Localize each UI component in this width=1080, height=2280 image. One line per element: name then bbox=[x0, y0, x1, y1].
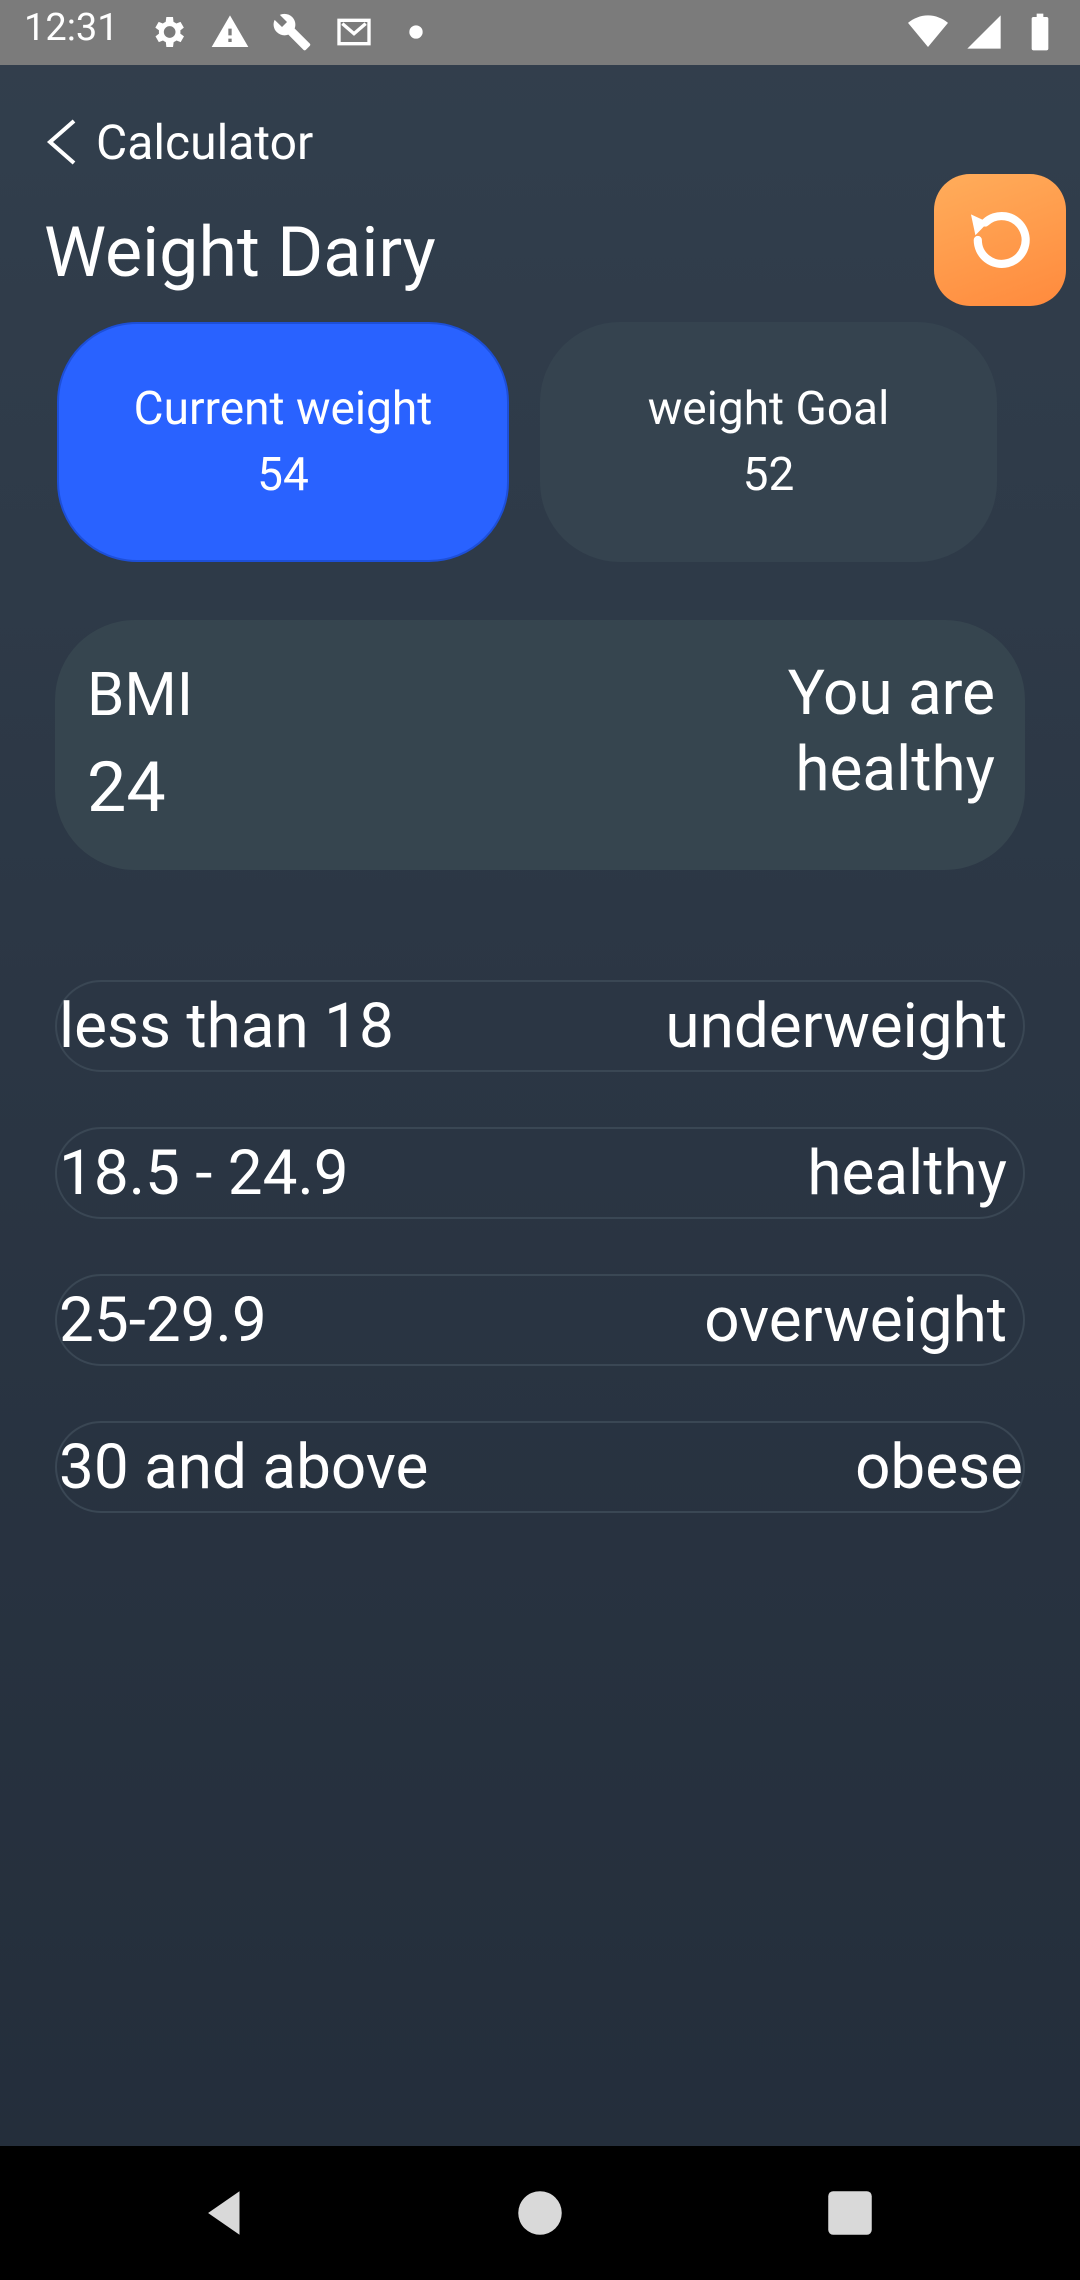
gmail-icon bbox=[337, 18, 371, 46]
range-value: 30 and above bbox=[59, 1430, 429, 1504]
bmi-range-row: 25-29.9 overweight bbox=[55, 1274, 1025, 1366]
range-category: underweight bbox=[665, 989, 1007, 1063]
range-category: overweight bbox=[704, 1283, 1007, 1357]
chevron-left-icon bbox=[46, 119, 76, 165]
back-button[interactable]: Calculator bbox=[44, 112, 313, 172]
bmi-value: 24 bbox=[87, 747, 166, 829]
bmi-card: BMI 24 You are healthy bbox=[55, 620, 1025, 870]
weight-goal-card[interactable]: weight Goal 52 bbox=[540, 322, 997, 562]
navigation-bar bbox=[0, 2146, 1080, 2280]
reset-button[interactable] bbox=[934, 174, 1066, 306]
home-nav-icon[interactable] bbox=[511, 2184, 569, 2242]
range-category: healthy bbox=[807, 1136, 1007, 1210]
signal-icon bbox=[967, 15, 1001, 49]
status-bar: 12:31 bbox=[0, 0, 1080, 65]
bmi-status: You are healthy bbox=[787, 657, 995, 806]
status-icons-right bbox=[908, 12, 1060, 52]
wifi-icon bbox=[908, 15, 948, 48]
refresh-icon bbox=[970, 212, 1030, 268]
status-icons-left bbox=[148, 12, 436, 52]
bmi-range-row: less than 18 underweight bbox=[55, 980, 1025, 1072]
battery-icon bbox=[1031, 13, 1049, 51]
bmi-label: BMI bbox=[87, 659, 194, 730]
dot-icon bbox=[409, 25, 423, 39]
current-weight-card[interactable]: Current weight 54 bbox=[57, 322, 509, 562]
current-weight-value: 54 bbox=[257, 448, 309, 502]
wrench-icon bbox=[273, 13, 311, 51]
current-weight-label: Current weight bbox=[133, 382, 433, 436]
range-value: less than 18 bbox=[59, 989, 394, 1063]
status-time: 12:31 bbox=[24, 6, 119, 50]
weight-goal-label: weight Goal bbox=[647, 382, 890, 436]
weight-goal-value: 52 bbox=[742, 448, 795, 502]
back-label: Calculator bbox=[96, 113, 314, 171]
gear-icon bbox=[155, 17, 184, 47]
recents-nav-icon[interactable] bbox=[821, 2184, 879, 2242]
warning-icon bbox=[211, 15, 249, 48]
back-nav-icon[interactable] bbox=[196, 2184, 254, 2242]
range-value: 18.5 - 24.9 bbox=[59, 1136, 349, 1210]
range-value: 25-29.9 bbox=[59, 1283, 267, 1357]
bmi-range-row: 30 and above obese bbox=[55, 1421, 1025, 1513]
page-title: Weight Dairy bbox=[44, 212, 436, 294]
range-category: obese bbox=[855, 1430, 1023, 1504]
bmi-range-row: 18.5 - 24.9 healthy bbox=[55, 1127, 1025, 1219]
